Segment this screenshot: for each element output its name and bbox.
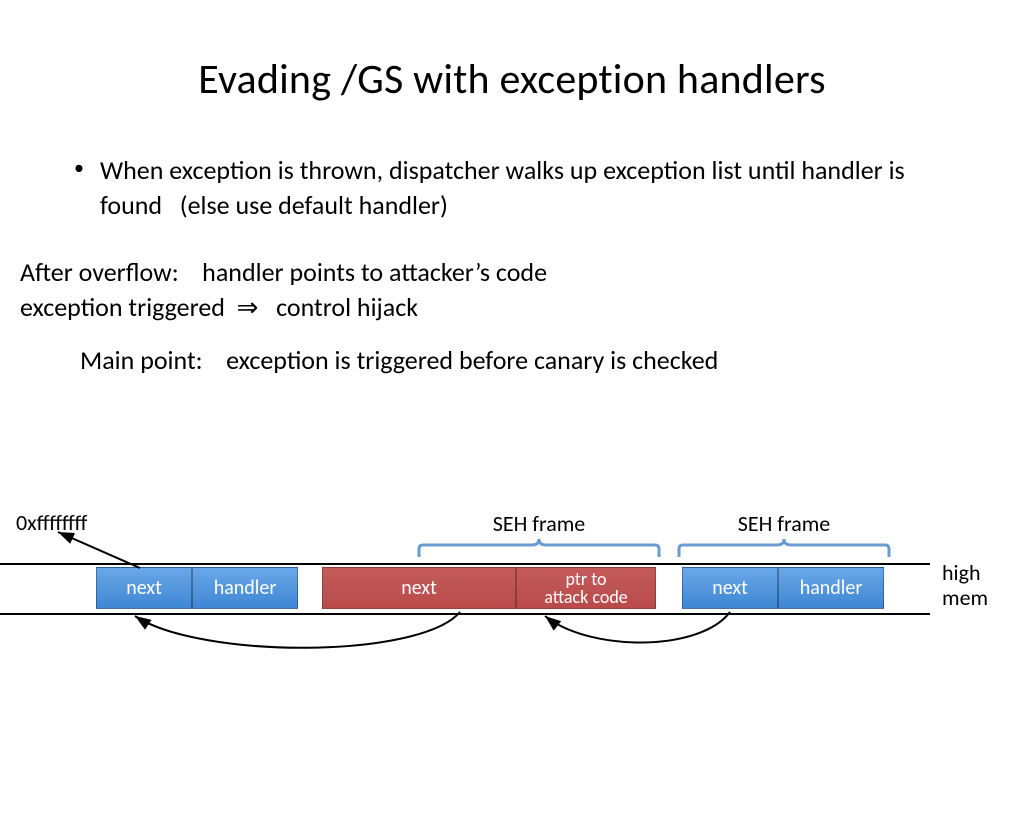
main-point: Main point: exception is triggered befor…	[80, 343, 964, 378]
arrow-f3-to-f2	[530, 604, 760, 659]
high-mem-line1: high	[942, 559, 981, 586]
high-mem-line2: mem	[942, 584, 988, 611]
page-title: Evading /GS with exception handlers	[0, 54, 1024, 105]
frame2-next: next	[322, 567, 516, 609]
frame1-handler: handler	[192, 567, 298, 609]
seh-diagram: SEH frame SEH frame next handler next pt…	[0, 504, 1024, 764]
frame2-ptr: ptr to attack code	[516, 567, 656, 609]
brace-icon	[414, 537, 664, 559]
seh-frame-label-2: SEH frame	[674, 510, 894, 537]
brace-icon	[674, 537, 894, 559]
frame3-next: next	[682, 567, 778, 609]
frame3-handler: handler	[778, 567, 884, 609]
after-overflow-line2: exception triggered ⇒ control hijack	[20, 290, 964, 325]
high-mem-label: high mem	[942, 560, 988, 611]
after-overflow-block: After overflow: handler points to attack…	[20, 255, 964, 325]
arrow-f2-to-f1	[120, 604, 480, 664]
after-overflow-line1: After overflow: handler points to attack…	[20, 255, 964, 290]
seh-frame-label-1: SEH frame	[414, 510, 664, 537]
arrow-to-hex	[40, 524, 160, 574]
bullet-main: When exception is thrown, dispatcher wal…	[100, 153, 964, 223]
